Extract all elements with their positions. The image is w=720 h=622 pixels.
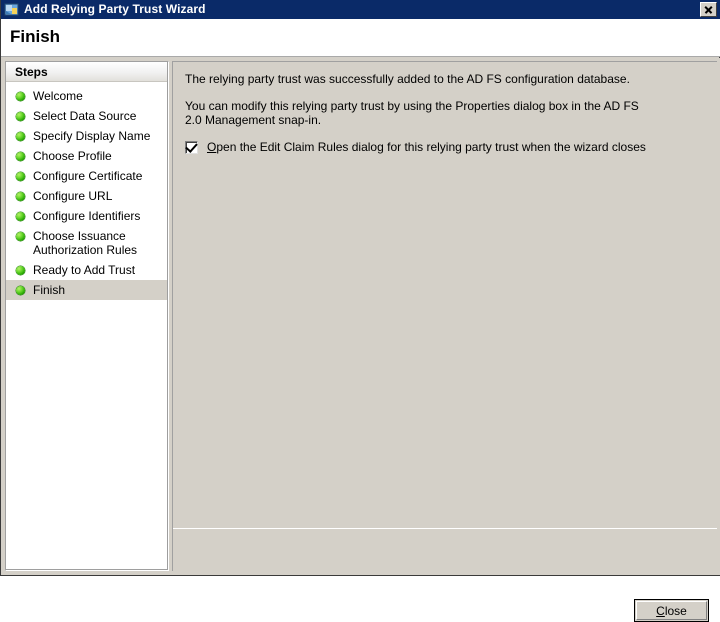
open-claim-rules-accel: O xyxy=(207,140,216,154)
success-message: The relying party trust was successfully… xyxy=(185,72,655,86)
sidebar-item-label: Choose Issuance Authorization Rules xyxy=(33,229,163,257)
page-title: Finish xyxy=(10,27,60,47)
step-status-icon xyxy=(16,152,25,161)
step-status-icon xyxy=(16,112,25,121)
content-body: The relying party trust was successfully… xyxy=(173,62,717,528)
step-status-icon xyxy=(16,172,25,181)
step-status-icon xyxy=(16,92,25,101)
close-button-label: lose xyxy=(665,604,687,618)
close-button-accel: C xyxy=(656,604,665,618)
wizard-icon xyxy=(4,2,20,18)
checkmark-icon xyxy=(185,140,198,153)
step-status-icon xyxy=(16,232,25,241)
sidebar-item-label: Welcome xyxy=(33,89,83,103)
sidebar-item-configure-identifiers[interactable]: Configure Identifiers xyxy=(6,206,167,226)
sidebar-item-label: Choose Profile xyxy=(33,149,112,163)
sidebar-item-label: Specify Display Name xyxy=(33,129,150,143)
window-bottom-edge xyxy=(1,571,720,575)
close-button[interactable]: Close xyxy=(634,599,709,622)
modify-instructions: You can modify this relying party trust … xyxy=(185,99,655,127)
sidebar-item-select-data-source[interactable]: Select Data Source xyxy=(6,106,167,126)
step-status-icon xyxy=(16,286,25,295)
sidebar-item-specify-display-name[interactable]: Specify Display Name xyxy=(6,126,167,146)
open-claim-rules-label-rest: pen the Edit Claim Rules dialog for this… xyxy=(216,140,646,154)
open-claim-rules-label[interactable]: Open the Edit Claim Rules dialog for thi… xyxy=(207,140,646,154)
close-button-face: Close xyxy=(636,601,707,620)
body-area: Steps Welcome Select Data Source Specify D… xyxy=(1,58,720,575)
sidebar-item-label: Finish xyxy=(33,283,65,297)
sidebar-item-configure-url[interactable]: Configure URL xyxy=(6,186,167,206)
title-bar: Add Relying Party Trust Wizard xyxy=(1,0,720,19)
step-status-icon xyxy=(16,266,25,275)
sidebar-item-welcome[interactable]: Welcome xyxy=(6,86,167,106)
window-title: Add Relying Party Trust Wizard xyxy=(24,0,206,19)
steps-header: Steps xyxy=(6,62,167,82)
sidebar-item-label: Select Data Source xyxy=(33,109,136,123)
button-bar: Close xyxy=(173,529,717,571)
content-pane: The relying party trust was successfully… xyxy=(172,61,717,571)
open-claim-rules-row[interactable]: Open the Edit Claim Rules dialog for thi… xyxy=(185,140,705,154)
sidebar-item-label: Configure URL xyxy=(33,189,112,203)
wizard-window: Add Relying Party Trust Wizard Finish St… xyxy=(0,0,720,576)
steps-sidebar: Steps Welcome Select Data Source Specify D… xyxy=(5,61,169,571)
sidebar-item-choose-profile[interactable]: Choose Profile xyxy=(6,146,167,166)
close-icon[interactable] xyxy=(700,2,717,17)
step-status-icon xyxy=(16,132,25,141)
header-band: Finish xyxy=(1,19,720,57)
sidebar-item-label: Configure Certificate xyxy=(33,169,142,183)
open-claim-rules-checkbox[interactable] xyxy=(185,141,198,154)
steps-sidebar-inner: Steps Welcome Select Data Source Specify D… xyxy=(6,62,168,570)
step-status-icon xyxy=(16,212,25,221)
sidebar-item-configure-certificate[interactable]: Configure Certificate xyxy=(6,166,167,186)
step-status-icon xyxy=(16,192,25,201)
sidebar-item-finish[interactable]: Finish xyxy=(6,280,167,300)
steps-list: Welcome Select Data Source Specify Display… xyxy=(6,82,167,300)
sidebar-item-label: Ready to Add Trust xyxy=(33,263,135,277)
sidebar-item-choose-issuance-authorization-rules[interactable]: Choose Issuance Authorization Rules xyxy=(6,226,167,260)
steps-header-label: Steps xyxy=(15,65,48,79)
sidebar-item-ready-to-add-trust[interactable]: Ready to Add Trust xyxy=(6,260,167,280)
sidebar-item-label: Configure Identifiers xyxy=(33,209,140,223)
